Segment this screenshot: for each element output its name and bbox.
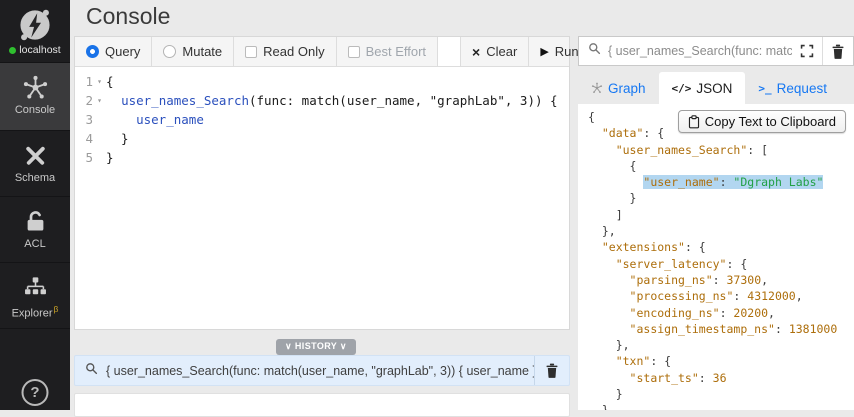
help-icon[interactable]: ?: [21, 379, 49, 406]
fullscreen-icon: [800, 44, 814, 58]
beta-badge: β: [53, 304, 59, 314]
radio-selected-icon: [86, 45, 99, 58]
read-only-checkbox[interactable]: Read Only: [234, 37, 337, 66]
dgraph-logo-icon: [0, 6, 70, 44]
tab-json[interactable]: </> JSON: [658, 72, 746, 104]
sidebar-item-label: Explorerβ: [11, 304, 59, 320]
sidebar-item-label: ACL: [24, 238, 46, 250]
history-entry[interactable]: { user_names_Search(func: match(user_nam…: [74, 355, 570, 386]
sidebar-item-explorer[interactable]: Explorerβ: [0, 262, 70, 328]
page-title: Console: [86, 3, 171, 29]
explorer-tree-icon: [0, 274, 70, 301]
console-graph-icon: [0, 74, 70, 101]
connection-status-icon: [9, 46, 17, 54]
code-editor[interactable]: 1 ▾{2 ▾ user_names_Search(func: match(user…: [75, 67, 569, 167]
trash-icon: [832, 44, 844, 59]
schema-tools-icon: [0, 142, 70, 169]
checkbox-icon: [347, 45, 360, 58]
sidebar-item-label: Console: [14, 104, 56, 116]
tab-graph[interactable]: Graph: [578, 72, 659, 104]
sidebar-item-label: Schema: [14, 172, 56, 184]
fullscreen-button[interactable]: [792, 37, 822, 65]
result-query-preview: { user_names_Search(func: match(...: [608, 44, 792, 58]
code-icon: </>: [671, 81, 692, 95]
mutate-radio[interactable]: Mutate: [152, 37, 235, 66]
copy-to-clipboard-button[interactable]: Copy Text to Clipboard: [677, 110, 846, 133]
toolbar-spacer: [438, 37, 462, 66]
trash-icon: [546, 363, 558, 378]
checkbox-icon: [245, 45, 258, 58]
clear-button[interactable]: × Clear: [461, 37, 530, 66]
run-play-icon: ▶: [540, 46, 549, 58]
clear-result-button[interactable]: [823, 37, 853, 65]
editor-toolbar: Query Mutate Read Only Best Effort × Cle…: [75, 37, 579, 67]
json-response-body: { "data": { "user_names_Search": [ { "us…: [588, 110, 838, 410]
history-toggle[interactable]: ∨ HISTORY ∨: [276, 339, 356, 355]
code-editor-lines: 1 ▾{2 ▾ user_names_Search(func: match(user…: [85, 74, 558, 165]
clear-x-icon: ×: [472, 43, 481, 60]
history-query-text: { user_names_Search(func: match(user_nam…: [106, 363, 534, 378]
tab-request[interactable]: >_ Request: [745, 72, 840, 104]
best-effort-checkbox[interactable]: Best Effort: [337, 37, 439, 66]
radio-unselected-icon: [163, 45, 177, 58]
clipboard-icon: [688, 114, 699, 128]
query-editor-panel: Query Mutate Read Only Best Effort × Cle…: [74, 36, 579, 330]
search-icon: [85, 362, 98, 380]
server-connection[interactable]: localhost: [0, 0, 70, 62]
sidebar: localhost Console Schema ACL Explorerβ ?: [0, 0, 70, 410]
delete-history-button[interactable]: [535, 356, 569, 385]
history-entry-partial[interactable]: [74, 393, 570, 417]
search-icon: [588, 42, 601, 60]
query-radio[interactable]: Query: [75, 37, 153, 66]
server-label: localhost: [19, 44, 61, 56]
graph-icon: [591, 82, 603, 94]
terminal-icon: >_: [758, 81, 772, 95]
json-response-panel: Copy Text to Clipboard { "data": { "user…: [578, 104, 854, 410]
result-tabs: Graph </> JSON >_ Request: [578, 72, 854, 104]
sidebar-item-schema[interactable]: Schema: [0, 130, 70, 196]
acl-lock-icon: [0, 208, 70, 235]
result-query-bar[interactable]: { user_names_Search(func: match(...: [578, 36, 854, 66]
sidebar-item-console[interactable]: Console: [0, 62, 70, 130]
sidebar-footer: ?: [0, 328, 70, 406]
sidebar-item-acl[interactable]: ACL: [0, 196, 70, 262]
